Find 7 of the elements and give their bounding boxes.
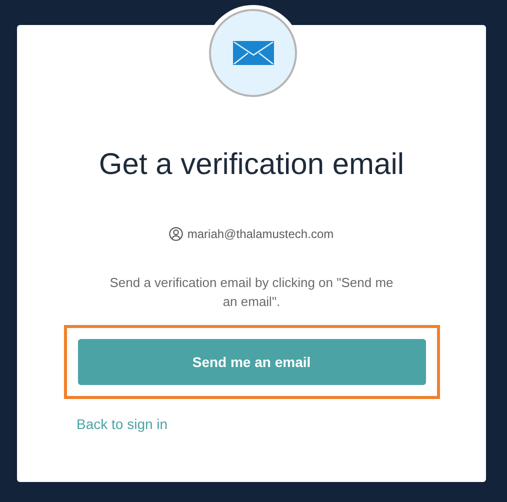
back-to-sign-in-link[interactable]: Back to sign in xyxy=(76,416,168,432)
send-email-button[interactable]: Send me an email xyxy=(78,339,426,385)
account-email: mariah@thalamustech.com xyxy=(187,226,334,243)
page-title: Get a verification email xyxy=(98,147,404,183)
instruction-text: Send a verification email by clicking on "Send me an email". xyxy=(108,274,394,311)
envelope-icon xyxy=(232,41,274,65)
user-icon xyxy=(169,227,184,241)
